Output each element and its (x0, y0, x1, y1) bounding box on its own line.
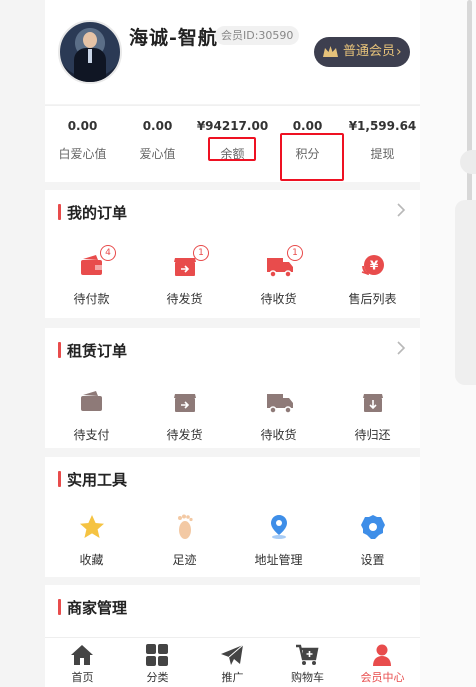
member-id-badge: 会员ID:30590 (215, 26, 300, 45)
section-title: 租赁订单 (58, 340, 127, 361)
item-label: 设置 (360, 553, 385, 567)
section-title: 我的订单 (58, 202, 127, 223)
account-stats: 0.00 白爱心值 0.00 爱心值 ¥94217.00 余额 0.00 积分 … (45, 105, 420, 182)
stat-value: 0.00 (142, 119, 173, 133)
tools-card: 实用工具 收藏 足迹 地址管理 设置 (45, 457, 420, 577)
count-badge: 1 (193, 245, 209, 261)
item-label: 地址管理 (254, 553, 303, 567)
stat-withdraw[interactable]: ¥1,599.64 提现 (345, 106, 420, 182)
stat-white-love[interactable]: 0.00 白爱心值 (45, 106, 120, 182)
profile-header: 海诚-智航 会员ID:30590 普通会员 › (45, 0, 420, 104)
merchant-card[interactable]: 商家管理 (45, 585, 420, 645)
item-label: 待收货 (260, 428, 297, 442)
chevron-right-icon: › (396, 44, 402, 60)
count-badge: 1 (287, 245, 303, 261)
item-label: 待归还 (354, 428, 391, 442)
user-icon (370, 644, 394, 666)
user-name: 海诚-智航 (129, 27, 218, 49)
home-icon (70, 644, 94, 666)
chevron-right-icon[interactable] (396, 202, 406, 222)
item-label: 售后列表 (348, 292, 397, 306)
stat-value: 0.00 (292, 119, 323, 133)
location-pin-icon (265, 513, 293, 541)
return-box-icon (359, 388, 387, 416)
tab-cart[interactable]: 购物车 (270, 638, 345, 687)
stat-label: 爱心值 (139, 147, 176, 161)
item-label: 待发货 (166, 292, 203, 306)
side-drawer-tab[interactable] (455, 200, 476, 385)
chevron-right-icon[interactable] (396, 340, 406, 360)
svg-text:¥: ¥ (370, 259, 379, 273)
item-label: 待发货 (166, 428, 203, 442)
item-label: 待收货 (260, 292, 297, 306)
star-icon (78, 513, 106, 541)
my-orders-card: 我的订单 4 待付款 1 待发货 1 待收货 ¥ 售后列表 (45, 190, 420, 318)
tab-label: 分类 (146, 671, 169, 684)
section-title: 商家管理 (58, 597, 127, 618)
count-badge: 4 (100, 245, 116, 261)
cart-icon (295, 644, 319, 666)
item-label: 待支付 (73, 428, 110, 442)
box-icon (171, 388, 199, 416)
refund-icon: ¥ (359, 252, 387, 280)
tab-label: 首页 (71, 671, 94, 684)
item-label: 足迹 (172, 553, 197, 567)
tab-label: 会员中心 (360, 671, 405, 684)
tab-label: 购物车 (291, 671, 324, 684)
tab-label: 推广 (221, 671, 244, 684)
tab-member-center[interactable]: 会员中心 (345, 638, 420, 687)
stat-value: 0.00 (67, 119, 98, 133)
stat-label: 提现 (370, 147, 395, 161)
wallet-icon (78, 388, 106, 416)
stat-label: 白爱心值 (58, 147, 107, 161)
truck-icon (265, 388, 293, 416)
vip-level-label: 普通会员 (343, 44, 396, 59)
grid-icon (145, 644, 169, 666)
member-center-page: 海诚-智航 会员ID:30590 普通会员 › 0.00 白爱心值 0.00 爱… (45, 0, 420, 687)
rental-orders-card: 租赁订单 待支付 待发货 待收货 待归还 (45, 328, 420, 448)
crown-icon (322, 37, 339, 77)
item-label: 收藏 (79, 553, 104, 567)
item-label: 待付款 (73, 292, 110, 306)
tab-category[interactable]: 分类 (120, 638, 195, 687)
footprint-icon (171, 513, 199, 541)
tab-home[interactable]: 首页 (45, 638, 120, 687)
paper-plane-icon (220, 644, 244, 666)
highlight-box-balance (208, 137, 256, 161)
avatar[interactable] (58, 20, 122, 84)
gear-icon (359, 513, 387, 541)
section-title: 实用工具 (58, 469, 127, 490)
stat-love[interactable]: 0.00 爱心值 (120, 106, 195, 182)
stat-value: ¥94217.00 (196, 119, 269, 133)
bottom-tab-bar: 首页 分类 推广 购物车 会员中心 (45, 637, 420, 687)
vip-level-button[interactable]: 普通会员 › (314, 37, 410, 67)
stat-value: ¥1,599.64 (348, 119, 417, 133)
tab-promote[interactable]: 推广 (195, 638, 270, 687)
highlight-box-points (280, 133, 344, 181)
